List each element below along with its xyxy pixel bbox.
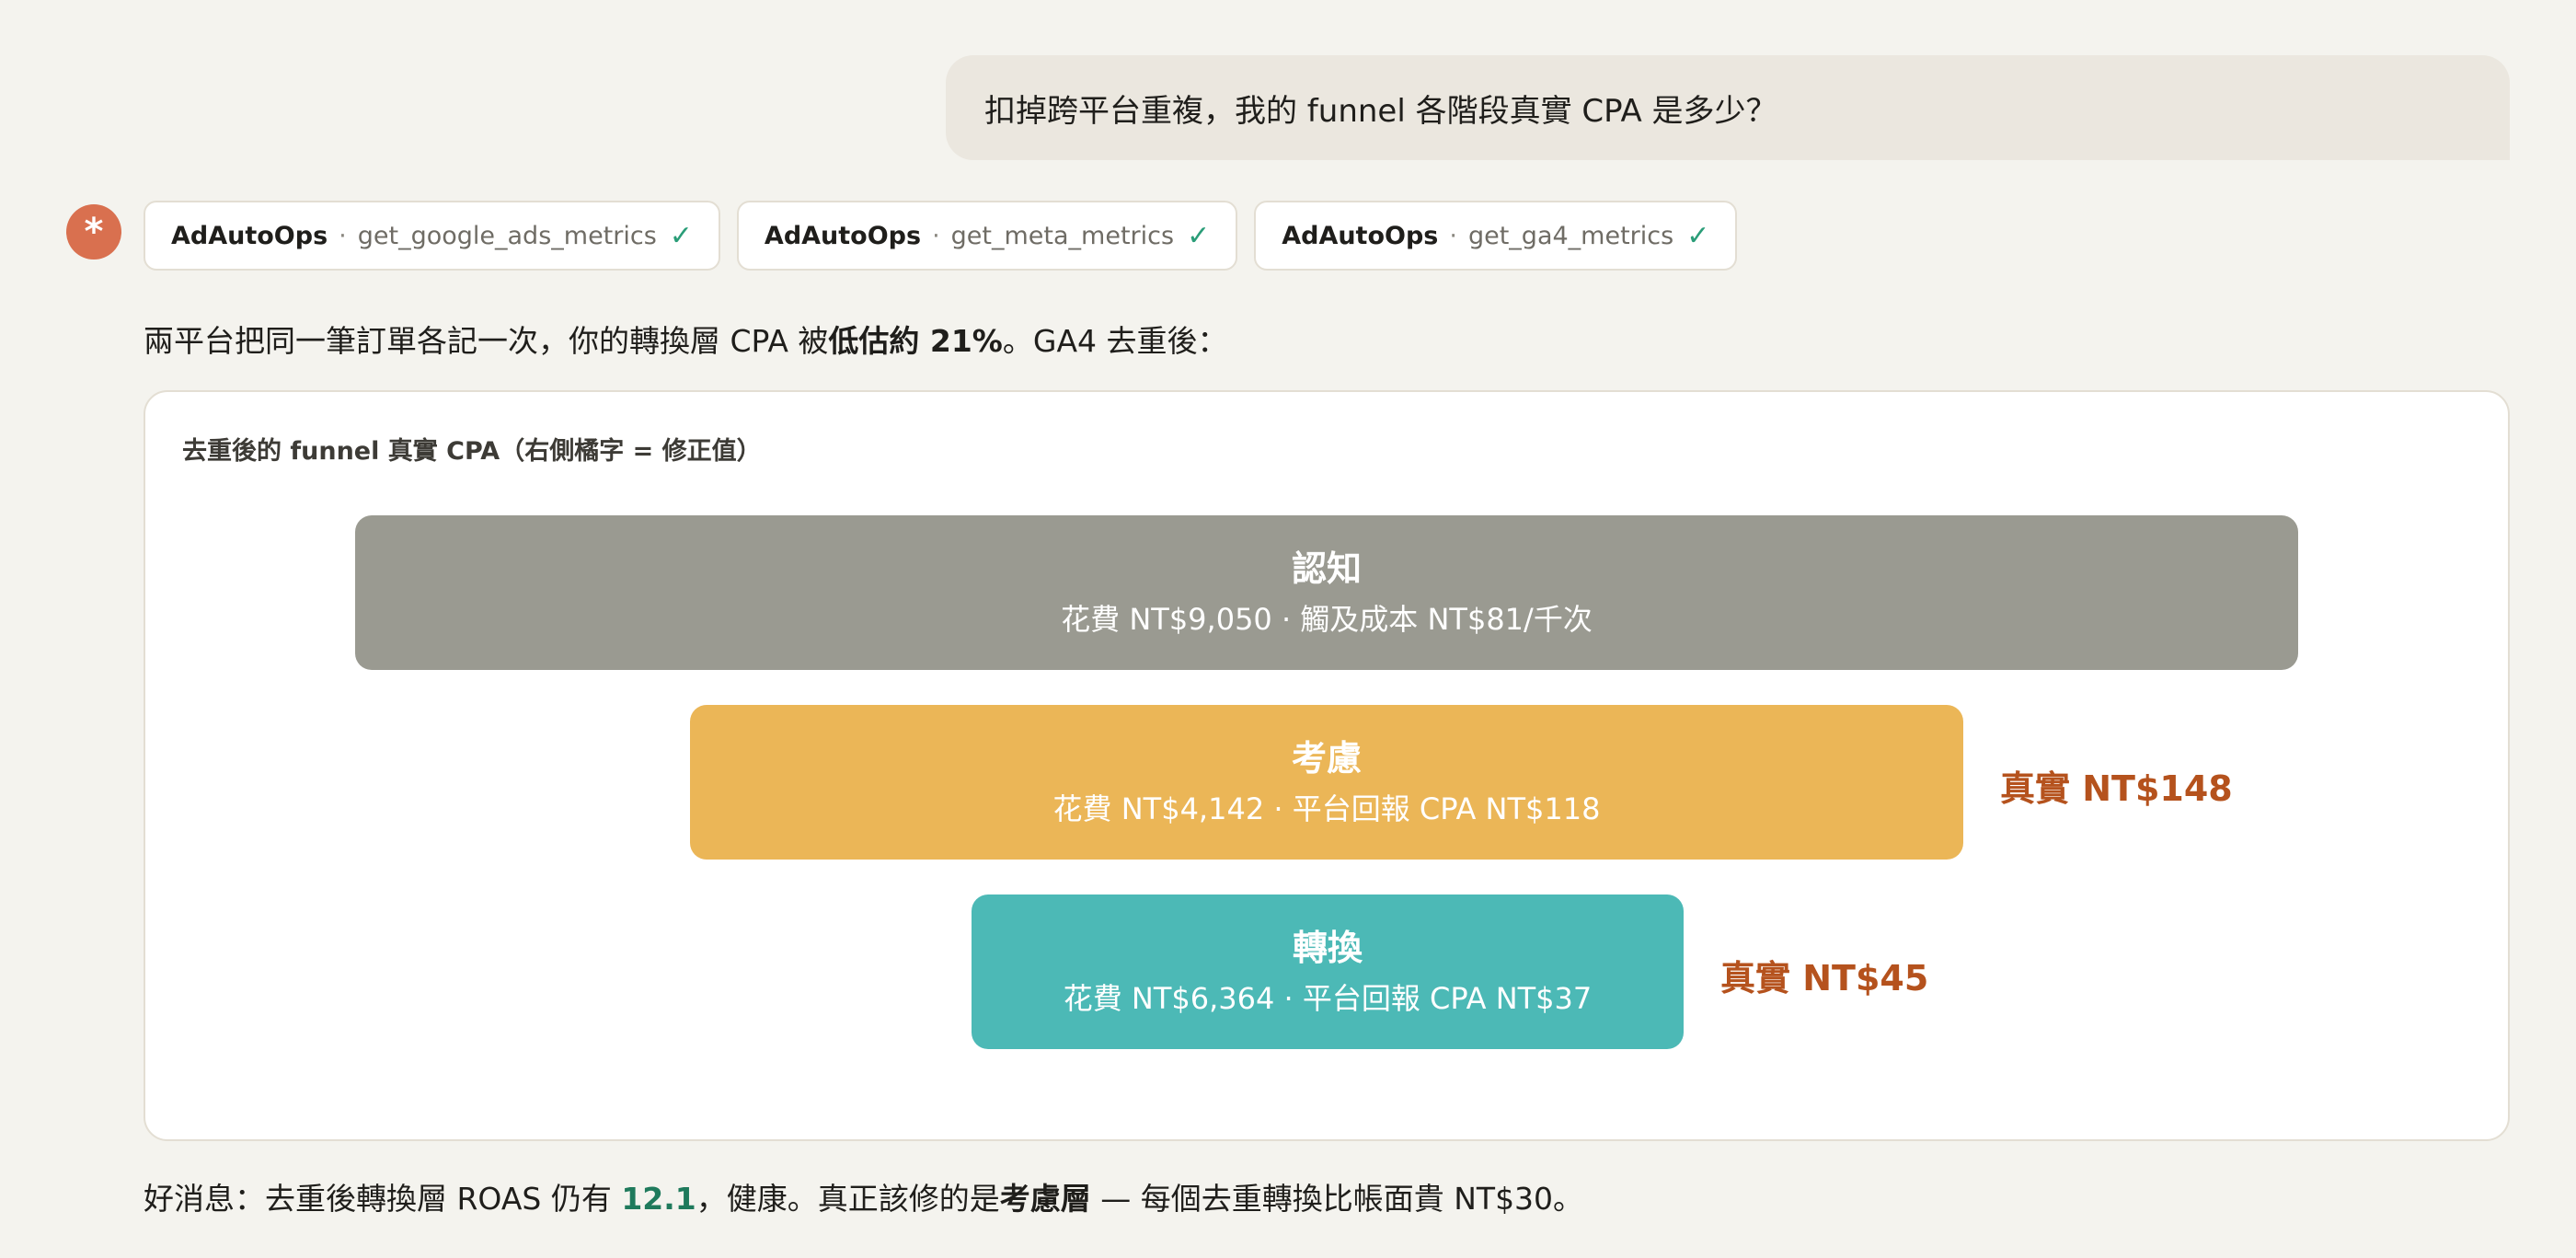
funnel-card: 去重後的 funnel 真實 CPA（右側橘字 = 修正值） 認知 花費 NT$… [144, 390, 2510, 1141]
tool-chip-tool-name: get_ga4_metrics [1467, 221, 1674, 250]
user-message-bubble: 扣掉跨平台重複，我的 funnel 各階段真實 CPA 是多少？ [946, 55, 2510, 160]
tool-chip-separator: · [932, 221, 940, 250]
user-message-text: 扣掉跨平台重複，我的 funnel 各階段真實 CPA 是多少？ [984, 92, 1777, 130]
tool-call-list: AdAutoOps · get_google_ads_metrics ✓ AdA… [144, 201, 1738, 271]
check-icon: ✓ [1187, 219, 1211, 252]
true-cpa-conversion: 真實 NT$45 [1720, 958, 1929, 998]
tool-chip-google-ads[interactable]: AdAutoOps · get_google_ads_metrics ✓ [144, 201, 720, 271]
funnel-stage-awareness: 認知 花費 NT$9,050 · 觸及成本 NT$81/千次 [355, 515, 2298, 670]
asterisk-icon: * [84, 211, 104, 253]
assistant-footer-text: 好消息：去重後轉換層 ROAS 仍有 12.1，健康。真正該修的是考慮層 — 每… [144, 1174, 1583, 1218]
stage-detail: 花費 NT$4,142 · 平台回報 CPA NT$118 [1052, 791, 1601, 826]
roas-value: 12.1 [621, 1181, 696, 1217]
lead-text-highlight: 低估約 21% [828, 323, 1003, 359]
tool-chip-app-name: AdAutoOps [171, 221, 328, 250]
tool-chip-separator: · [1449, 221, 1457, 250]
check-icon: ✓ [669, 219, 693, 252]
funnel-stage-consideration: 考慮 花費 NT$4,142 · 平台回報 CPA NT$118 [690, 705, 1963, 860]
footer-text-start: 好消息：去重後轉換層 ROAS 仍有 [144, 1181, 622, 1217]
assistant-lead-text: 兩平台把同一筆訂單各記一次，你的轉換層 CPA 被低估約 21%。GA4 去重後… [144, 317, 1228, 361]
lead-text-start: 兩平台把同一筆訂單各記一次，你的轉換層 CPA 被 [144, 323, 829, 359]
stage-name: 考慮 [1291, 738, 1362, 779]
stage-detail: 花費 NT$6,364 · 平台回報 CPA NT$37 [1063, 980, 1593, 1016]
check-icon: ✓ [1686, 219, 1710, 252]
stage-name: 轉換 [1292, 928, 1363, 968]
tool-chip-tool-name: get_meta_metrics [950, 221, 1175, 250]
footer-text-middle: ，健康。真正該修的是 [696, 1181, 1000, 1217]
assistant-avatar-icon: * [66, 204, 121, 260]
tool-chip-meta[interactable]: AdAutoOps · get_meta_metrics ✓ [736, 201, 1238, 271]
tool-chip-tool-name: get_google_ads_metrics [357, 221, 657, 250]
tool-chip-app-name: AdAutoOps [764, 221, 922, 250]
stage-detail: 花費 NT$9,050 · 觸及成本 NT$81/千次 [1061, 601, 1593, 637]
stage-name: 認知 [1291, 548, 1362, 589]
tool-chip-separator: · [339, 221, 347, 250]
tool-chip-app-name: AdAutoOps [1282, 221, 1439, 250]
funnel-stage-conversion: 轉換 花費 NT$6,364 · 平台回報 CPA NT$37 [972, 894, 1684, 1049]
funnel-card-title: 去重後的 funnel 真實 CPA（右側橘字 = 修正值） [182, 437, 762, 466]
true-cpa-consideration: 真實 NT$148 [2000, 768, 2233, 809]
lead-text-end: 。GA4 去重後： [1002, 323, 1228, 359]
footer-text-end: — 每個去重轉換比帳面貴 NT$30。 [1090, 1181, 1584, 1217]
tool-chip-ga4[interactable]: AdAutoOps · get_ga4_metrics ✓ [1254, 201, 1738, 271]
footer-text-highlight: 考慮層 [999, 1181, 1091, 1217]
